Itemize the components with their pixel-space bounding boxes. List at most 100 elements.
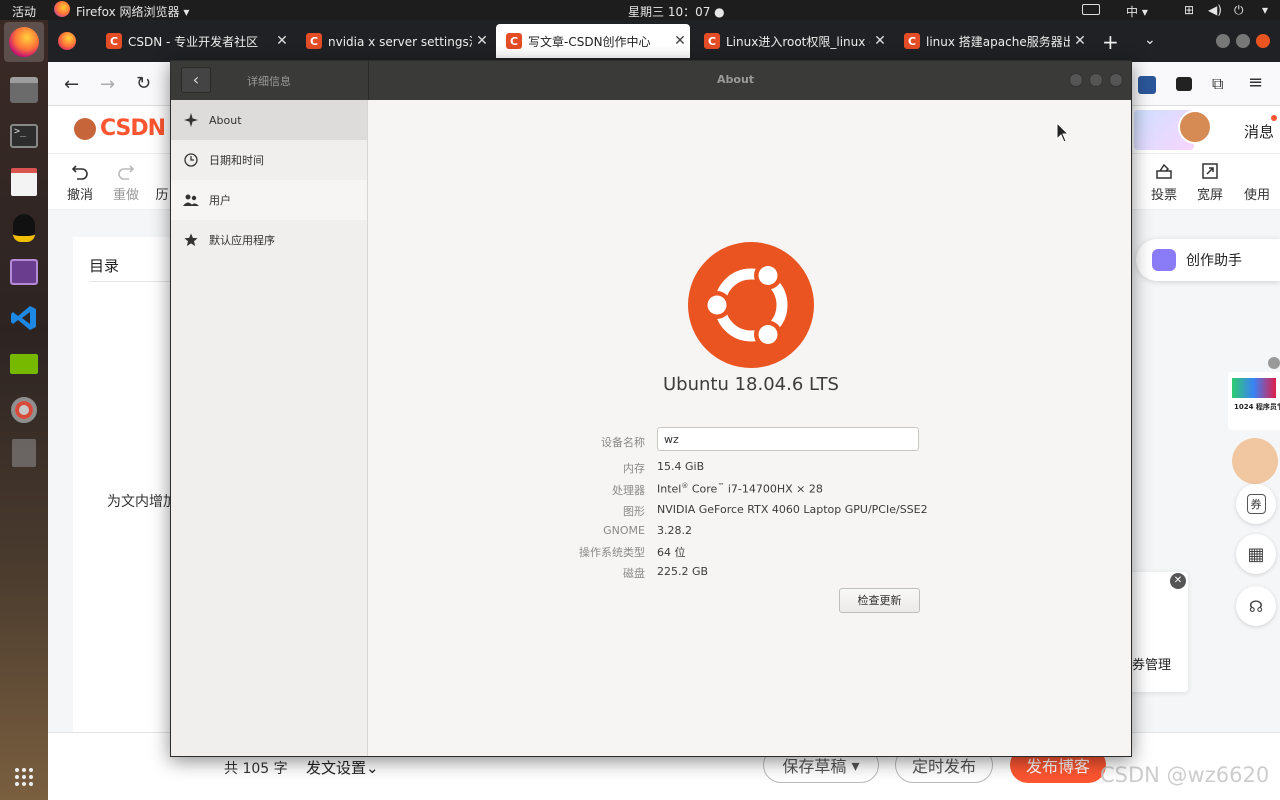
close-window-icon[interactable] xyxy=(1256,34,1270,48)
sidebar-item-users[interactable]: 用户 xyxy=(171,180,367,220)
input-method[interactable]: 中 ▾ xyxy=(1126,3,1148,20)
tab-linux-root[interactable]: C Linux进入root权限_linux os ✕ xyxy=(694,24,890,58)
firefox-view-icon[interactable] xyxy=(58,32,76,50)
files-launcher[interactable] xyxy=(4,70,44,110)
film-icon xyxy=(10,259,38,285)
tab-csdn-home[interactable]: C CSDN - 专业开发者社区 ✕ xyxy=(96,24,292,58)
usage-button[interactable]: 使用 xyxy=(1244,162,1280,203)
trash-launcher[interactable] xyxy=(4,430,44,476)
post-settings-button[interactable]: 发文设置⌄ xyxy=(306,757,379,778)
extension-icon[interactable] xyxy=(1176,77,1192,91)
tab-label: CSDN - 专业开发者社区 xyxy=(128,34,259,49)
check-updates-button[interactable]: 检查更新 xyxy=(839,588,920,613)
system-menu-arrow-icon[interactable]: ▾ xyxy=(1262,3,1268,17)
device-name-field[interactable] xyxy=(657,427,919,451)
undo-label: 撤消 xyxy=(66,188,93,203)
sidebar-item-about[interactable]: About xyxy=(171,100,367,140)
sidebar-item-datetime[interactable]: 日期和时间 xyxy=(171,140,367,180)
settings-headerbar: ‹ 详细信息 About xyxy=(171,61,1131,100)
vote-button[interactable]: 投票 xyxy=(1146,162,1182,203)
csdn-logo[interactable]: CSDN xyxy=(100,116,166,141)
coupon-popup: 券管理 xyxy=(1128,572,1188,692)
writing-assistant-button[interactable]: 创作助手 xyxy=(1136,239,1280,281)
network-icon[interactable]: ⊞ xyxy=(1184,3,1194,17)
undo-icon xyxy=(71,165,88,180)
close-icon[interactable]: ✕ xyxy=(870,33,890,49)
activity-badge[interactable]: 1024 程序员节 xyxy=(1228,372,1280,430)
gear-wrench-icon xyxy=(11,397,37,423)
qrcode-icon[interactable]: ▦ xyxy=(1236,534,1276,574)
clock[interactable]: 星期三 10：07 ● xyxy=(628,3,725,20)
close-icon[interactable]: ✕ xyxy=(472,33,492,49)
power-icon[interactable]: ⏻ xyxy=(1234,3,1244,18)
minimize-window-icon[interactable] xyxy=(1216,34,1230,48)
settings-launcher[interactable] xyxy=(4,390,44,430)
tab-label: Linux进入root权限_linux os xyxy=(726,34,870,49)
puzzle-icon[interactable]: ⧉ xyxy=(1212,74,1223,94)
undo-button[interactable]: 撤消 xyxy=(62,162,98,203)
mascot-avatar[interactable] xyxy=(1232,438,1278,484)
history-button[interactable]: 历 xyxy=(152,162,172,203)
coupon-manage-link[interactable]: 券管理 xyxy=(1132,654,1171,673)
close-icon[interactable]: ✕ xyxy=(1070,33,1090,49)
headset-icon[interactable]: ☊ xyxy=(1236,586,1276,626)
input-method-label: 中 xyxy=(1126,5,1139,19)
usage-icon xyxy=(1244,162,1280,184)
redo-button[interactable]: 重做 xyxy=(108,162,144,203)
tab-label: linux 搭建apache服务器出现 xyxy=(926,34,1070,49)
app-menu-label: Firefox 网络浏览器 xyxy=(76,5,180,19)
wide-screen-button[interactable]: 宽屏 xyxy=(1192,162,1228,203)
close-icon[interactable] xyxy=(1268,357,1280,369)
graphics-label: 图形 xyxy=(623,505,645,518)
maximize-icon[interactable] xyxy=(1089,73,1103,87)
terminal-launcher[interactable]: >_ xyxy=(4,116,44,156)
qq-launcher[interactable] xyxy=(4,208,44,248)
messages-link[interactable]: 消息 xyxy=(1244,121,1274,142)
memory-value: 15.4 GiB xyxy=(657,460,705,473)
sidebar-item-default-apps[interactable]: 默认应用程序 xyxy=(171,220,367,260)
tab-nvidia-settings[interactable]: Cnvidia x server settings没有✕ xyxy=(296,24,492,58)
redo-icon xyxy=(118,165,135,180)
post-settings-label: 发文设置 xyxy=(306,759,367,777)
video-player-launcher[interactable] xyxy=(4,252,44,292)
activities-button[interactable]: 活动 xyxy=(12,3,36,20)
activity-badge-label: 1024 程序员节 xyxy=(1234,403,1280,411)
hamburger-menu-icon[interactable]: ≡ xyxy=(1248,72,1263,93)
new-tab-plus-icon[interactable]: + xyxy=(1102,30,1119,54)
avatar[interactable] xyxy=(1178,110,1212,144)
nvidia-settings-launcher[interactable] xyxy=(4,344,44,384)
tab-list-chevron-icon[interactable]: ⌄ xyxy=(1144,32,1156,48)
reload-icon[interactable]: ↻ xyxy=(136,73,151,94)
video-icon[interactable] xyxy=(1082,4,1100,15)
toc-divider xyxy=(89,281,173,282)
volume-icon[interactable]: ◀) xyxy=(1208,3,1222,17)
tab-label: nvidia x server settings没有 xyxy=(328,34,472,49)
maximize-window-icon[interactable] xyxy=(1236,34,1250,48)
coupon-button[interactable]: 券 xyxy=(1236,484,1276,524)
app-menu[interactable]: Firefox 网络浏览器 ▾ xyxy=(76,3,189,20)
minimize-icon[interactable] xyxy=(1069,73,1083,87)
csdn-mascot-icon xyxy=(74,118,96,140)
firefox-launcher[interactable] xyxy=(4,22,44,62)
translate-icon[interactable] xyxy=(1138,76,1156,94)
tab-write-article[interactable]: C 写文章-CSDN创作中心 ✕ xyxy=(496,24,690,58)
processor-vendor: Intel xyxy=(657,482,682,496)
tab-apache[interactable]: Clinux 搭建apache服务器出现✕ xyxy=(894,24,1090,58)
close-icon[interactable]: ✕ xyxy=(670,33,690,49)
text-editor-launcher[interactable] xyxy=(4,162,44,202)
show-applications-button[interactable] xyxy=(4,760,44,794)
close-icon[interactable]: ✕ xyxy=(1170,573,1186,589)
close-icon[interactable] xyxy=(1109,73,1123,87)
redo-label: 重做 xyxy=(112,188,139,203)
gnome-value: 3.28.2 xyxy=(657,524,692,537)
vote-label: 投票 xyxy=(1150,188,1177,203)
back-chevron-icon[interactable]: ‹ xyxy=(181,67,211,93)
sidebar-item-label: About xyxy=(209,113,242,127)
forward-arrow-icon[interactable]: → xyxy=(100,74,115,95)
activity-logo-icon xyxy=(1232,378,1276,398)
back-arrow-icon[interactable]: ← xyxy=(64,74,79,95)
app-grid-icon xyxy=(15,768,33,786)
vscode-launcher[interactable] xyxy=(4,298,44,338)
close-icon[interactable]: ✕ xyxy=(272,33,292,49)
browser-tab-bar: C CSDN - 专业开发者社区 ✕ Cnvidia x server settin… xyxy=(48,20,1280,62)
